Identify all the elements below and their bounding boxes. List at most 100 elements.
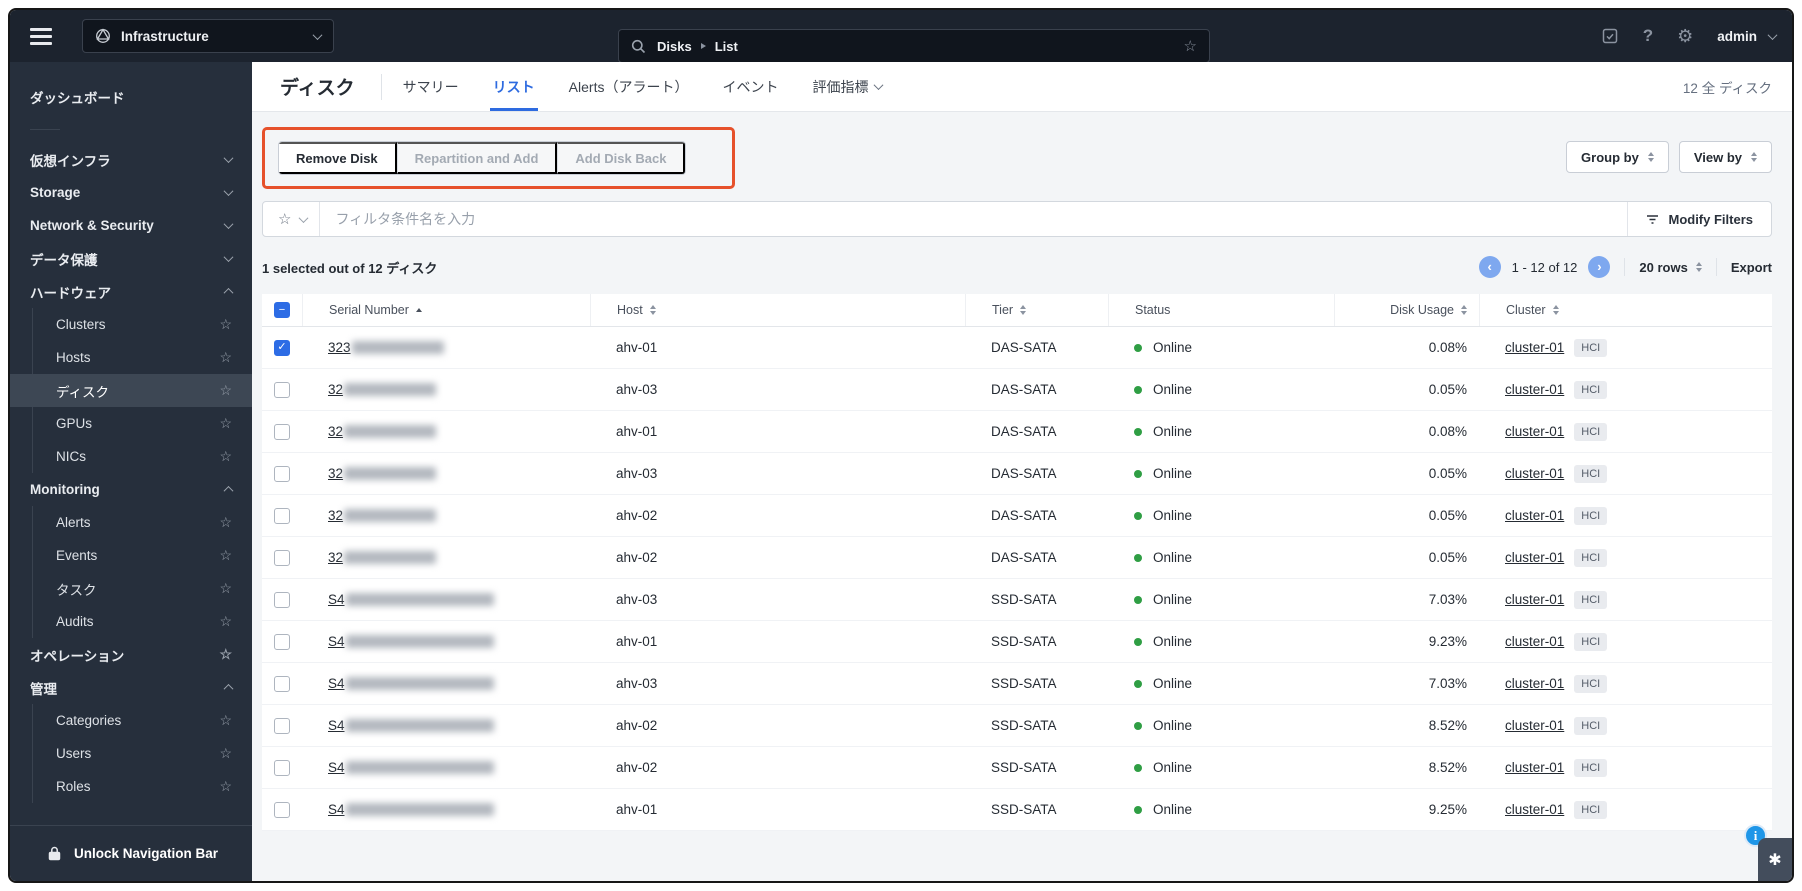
cluster-link[interactable]: cluster-01 (1505, 718, 1564, 733)
cluster-link[interactable]: cluster-01 (1505, 802, 1564, 817)
tab-alerts[interactable]: Alerts（アラート） (552, 62, 706, 111)
modify-filters-button[interactable]: Modify Filters (1627, 202, 1771, 236)
cluster-link[interactable]: cluster-01 (1505, 634, 1564, 649)
row-checkbox[interactable] (274, 675, 290, 692)
sidebar-item-roles[interactable]: Roles ☆ (10, 770, 252, 803)
star-icon[interactable]: ☆ (219, 712, 232, 729)
global-search-bar[interactable]: Disks List ☆ (618, 29, 1210, 63)
column-header-status[interactable]: Status (1108, 294, 1334, 326)
sidebar-item-events[interactable]: Events ☆ (10, 539, 252, 572)
tab-metrics[interactable]: 評価指標 (795, 62, 899, 111)
user-menu[interactable]: admin (1717, 29, 1778, 44)
star-icon[interactable]: ☆ (219, 580, 232, 597)
sidebar-item-virtual-infra[interactable]: 仮想インフラ (10, 143, 252, 176)
hamburger-menu-icon[interactable] (30, 27, 52, 45)
serial-number-link[interactable]: S4 (328, 592, 494, 607)
cluster-link[interactable]: cluster-01 (1505, 340, 1564, 355)
cluster-link[interactable]: cluster-01 (1505, 466, 1564, 481)
table-row[interactable]: ✓ 323 ahv-01 DAS-SATA Online 0.08% cluster-01 H… (262, 327, 1772, 369)
cluster-link[interactable]: cluster-01 (1505, 550, 1564, 565)
star-icon[interactable]: ☆ (219, 646, 232, 663)
column-header-cluster[interactable]: Cluster (1479, 294, 1772, 326)
row-checkbox[interactable] (274, 423, 290, 440)
table-row[interactable]: S4 ahv-03 SSD-SATA Online 7.03% cluster-01 HCI (262, 579, 1772, 621)
serial-number-link[interactable]: S4 (328, 760, 494, 775)
star-icon[interactable]: ☆ (219, 448, 232, 465)
sidebar-item-network-security[interactable]: Network & Security (10, 209, 252, 242)
sidebar-item-disks[interactable]: ディスク ☆ (10, 374, 252, 407)
table-row[interactable]: S4 ahv-01 SSD-SATA Online 9.25% cluster-01 HCI (262, 789, 1772, 831)
cluster-link[interactable]: cluster-01 (1505, 382, 1564, 397)
table-row[interactable]: 32 ahv-02 DAS-SATA Online 0.05% cluster-01 HCI (262, 537, 1772, 579)
gear-icon[interactable]: ⚙ (1677, 26, 1693, 47)
sidebar-item-gpus[interactable]: GPUs ☆ (10, 407, 252, 440)
app-switcher-dropdown[interactable]: Infrastructure (82, 19, 334, 53)
sidebar-item-hardware[interactable]: ハードウェア (10, 275, 252, 308)
view-by-button[interactable]: View by (1678, 141, 1772, 173)
row-checkbox[interactable] (274, 633, 290, 650)
filter-input[interactable]: フィルタ条件名を入力 (335, 209, 1627, 229)
sidebar-item-clusters[interactable]: Clusters ☆ (10, 308, 252, 341)
sidebar-item-operations[interactable]: オペレーション ☆ (10, 638, 252, 671)
sidebar-item-monitoring[interactable]: Monitoring (10, 473, 252, 506)
serial-number-link[interactable]: S4 (328, 676, 494, 691)
tab-summary[interactable]: サマリー (386, 62, 476, 111)
saved-filters-dropdown[interactable]: ☆ (263, 202, 321, 236)
table-row[interactable]: S4 ahv-01 SSD-SATA Online 9.23% cluster-01 HCI (262, 621, 1772, 663)
clipboard-check-icon[interactable] (1601, 27, 1619, 45)
remove-disk-button[interactable]: Remove Disk (279, 142, 397, 174)
star-icon[interactable]: ☆ (219, 613, 232, 630)
column-header-host[interactable]: Host (590, 294, 965, 326)
row-checkbox[interactable] (274, 465, 290, 482)
row-checkbox[interactable] (274, 507, 290, 524)
serial-number-link[interactable]: 323 (328, 340, 444, 355)
serial-number-link[interactable]: 32 (328, 508, 437, 523)
star-icon[interactable]: ☆ (219, 745, 232, 762)
cluster-link[interactable]: cluster-01 (1505, 508, 1564, 523)
serial-number-link[interactable]: 32 (328, 382, 437, 397)
sidebar-item-tasks[interactable]: タスク ☆ (10, 572, 252, 605)
previous-page-button[interactable]: ‹ (1478, 256, 1501, 278)
tab-list[interactable]: リスト (476, 62, 552, 111)
table-row[interactable]: 32 ahv-03 DAS-SATA Online 0.05% cluster-01 HCI (262, 453, 1772, 495)
next-page-button[interactable]: › (1588, 256, 1611, 278)
star-icon[interactable]: ☆ (219, 547, 232, 564)
sidebar-item-categories[interactable]: Categories ☆ (10, 704, 252, 737)
cluster-link[interactable]: cluster-01 (1505, 592, 1564, 607)
row-checkbox[interactable] (274, 759, 290, 776)
tab-events[interactable]: イベント (705, 62, 795, 111)
sidebar-item-hosts[interactable]: Hosts ☆ (10, 341, 252, 374)
serial-number-link[interactable]: S4 (328, 718, 494, 733)
sidebar-item-dashboard[interactable]: ダッシュボード (10, 78, 252, 116)
table-row[interactable]: 32 ahv-01 DAS-SATA Online 0.08% cluster-01 HCI (262, 411, 1772, 453)
sidebar-item-audits[interactable]: Audits ☆ (10, 605, 252, 638)
search-breadcrumb-entity[interactable]: Disks (657, 39, 692, 54)
sidebar-item-data-protection[interactable]: データ保護 (10, 242, 252, 275)
column-header-serial-number[interactable]: Serial Number (302, 294, 590, 326)
sidebar-item-administration[interactable]: 管理 (10, 671, 252, 704)
serial-number-link[interactable]: 32 (328, 424, 437, 439)
serial-number-link[interactable]: S4 (328, 802, 494, 817)
star-icon[interactable]: ☆ (1184, 37, 1197, 55)
search-breadcrumb-page[interactable]: List (715, 39, 738, 54)
star-icon[interactable]: ☆ (219, 316, 232, 333)
table-row[interactable]: S4 ahv-02 SSD-SATA Online 8.52% cluster-01 HCI (262, 705, 1772, 747)
row-checkbox[interactable] (274, 549, 290, 566)
column-header-tier[interactable]: Tier (965, 294, 1108, 326)
row-checkbox[interactable] (274, 801, 290, 818)
select-all-checkbox[interactable]: − (274, 302, 290, 318)
sidebar-item-alerts[interactable]: Alerts ☆ (10, 506, 252, 539)
serial-number-link[interactable]: S4 (328, 634, 494, 649)
group-by-button[interactable]: Group by (1566, 141, 1669, 173)
star-icon[interactable]: ☆ (219, 778, 232, 795)
sparkle-asterisk-icon[interactable]: ✱ (1758, 838, 1792, 881)
sidebar-item-nics[interactable]: NICs ☆ (10, 440, 252, 473)
row-checkbox[interactable] (274, 591, 290, 608)
cluster-link[interactable]: cluster-01 (1505, 760, 1564, 775)
serial-number-link[interactable]: 32 (328, 550, 437, 565)
cluster-link[interactable]: cluster-01 (1505, 424, 1564, 439)
table-row[interactable]: 32 ahv-02 DAS-SATA Online 0.05% cluster-01 HCI (262, 495, 1772, 537)
question-mark-icon[interactable]: ? (1643, 26, 1653, 46)
star-icon[interactable]: ☆ (219, 349, 232, 366)
rows-per-page-select[interactable]: 20 rows (1639, 260, 1702, 275)
